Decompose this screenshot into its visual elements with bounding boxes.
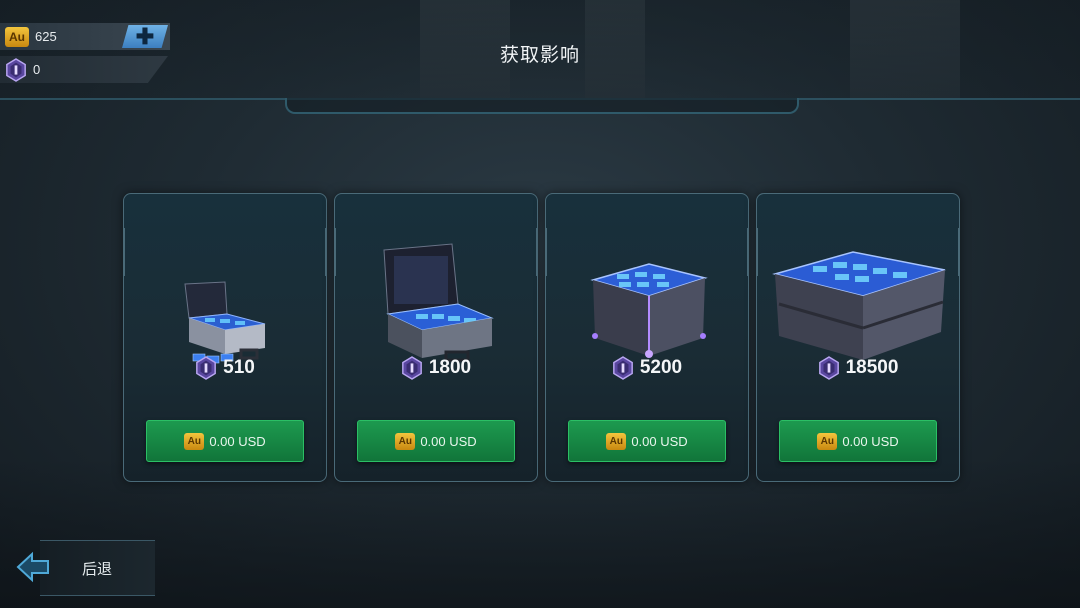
pack-card-large[interactable]: 5200 Au 0.00 USD	[545, 193, 749, 482]
au-icon: Au	[5, 26, 29, 47]
buy-button[interactable]: Au 0.00 USD	[146, 420, 304, 462]
price-label: 0.00 USD	[631, 433, 688, 449]
pack-card-huge[interactable]: 18500 Au 0.00 USD	[756, 193, 960, 482]
influence-icon	[612, 356, 633, 380]
back-button[interactable]: 后退	[0, 540, 160, 596]
small-case-image	[124, 214, 326, 364]
pack-amount: 18500	[757, 356, 959, 380]
add-gold-button[interactable]: ✚	[122, 25, 168, 48]
influence-amount: 0	[33, 62, 41, 77]
pack-amount-value: 1800	[428, 357, 472, 378]
au-icon: Au	[395, 432, 416, 450]
au-icon: Au	[606, 432, 627, 450]
buy-button[interactable]: Au 0.00 USD	[357, 420, 515, 462]
title-tab-frame	[285, 98, 799, 114]
pack-amount-value: 510	[223, 357, 255, 378]
buy-button[interactable]: Au 0.00 USD	[779, 420, 937, 462]
price-label: 0.00 USD	[420, 433, 477, 449]
au-icon: Au	[184, 432, 205, 450]
large-crate-image	[546, 214, 748, 364]
pack-amount-value: 5200	[639, 357, 683, 378]
influence-icon	[818, 356, 839, 380]
huge-crate-image	[757, 214, 959, 364]
influence-icon	[6, 57, 26, 82]
buy-button[interactable]: Au 0.00 USD	[568, 420, 726, 462]
pack-amount: 510	[124, 356, 326, 380]
price-label: 0.00 USD	[209, 433, 266, 449]
medium-case-image	[335, 214, 537, 364]
pack-amount-value: 18500	[845, 357, 899, 378]
pack-card-medium[interactable]: 1800 Au 0.00 USD	[334, 193, 538, 482]
gold-amount: 625	[35, 29, 57, 44]
back-arrow-icon	[16, 551, 49, 583]
pack-card-small[interactable]: 510 Au 0.00 USD	[123, 193, 327, 482]
pack-amount: 1800	[335, 356, 537, 380]
au-icon: Au	[817, 432, 838, 450]
influence-currency: 0	[0, 56, 168, 83]
influence-icon	[401, 356, 422, 380]
back-label: 后退	[82, 561, 113, 578]
price-label: 0.00 USD	[842, 433, 899, 449]
influence-icon	[196, 356, 217, 380]
pack-amount: 5200	[546, 356, 748, 380]
plus-icon: ✚	[135, 23, 155, 49]
